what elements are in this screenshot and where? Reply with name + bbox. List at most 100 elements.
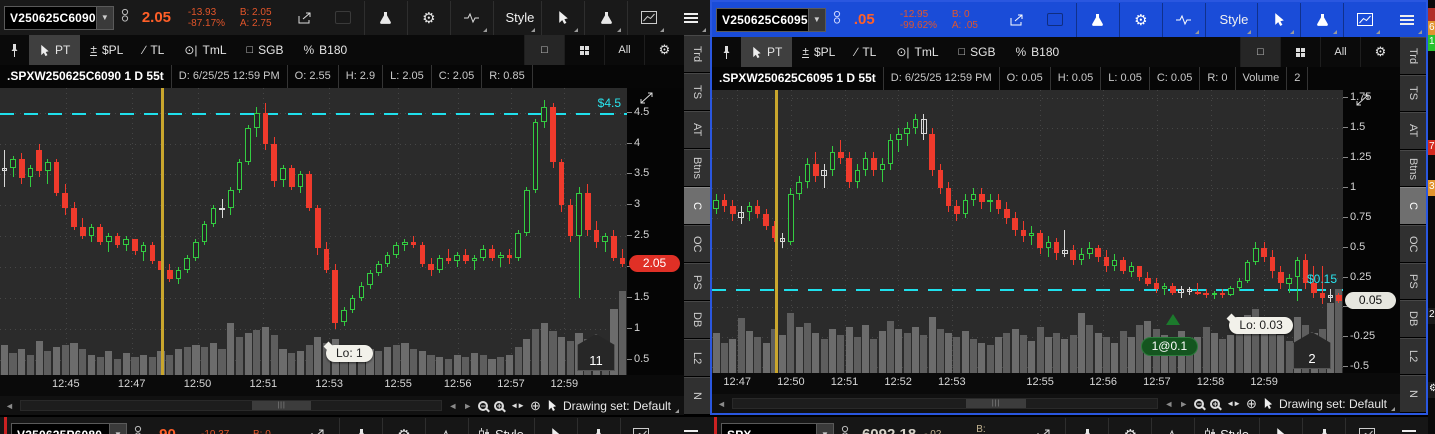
style-button[interactable]: Style [473,418,530,434]
menu-icon[interactable] [1392,418,1426,434]
gear-icon[interactable]: ⚙ [387,418,421,434]
scrollbar-thumb[interactable]: ||| [966,399,1025,408]
scrollbar-thumb[interactable]: ||| [252,401,311,410]
cursor-tool-icon[interactable] [546,1,580,35]
side-tab-btns[interactable]: Btns [1400,150,1426,187]
gear-icon[interactable]: ⚙ [412,1,446,35]
crosshair-icon[interactable]: ⊕ [1246,397,1257,410]
tool-b180-button[interactable]: %B180 [294,35,358,65]
indicators-pulse-icon[interactable] [455,1,489,35]
side-tab-oc[interactable]: OC [684,225,710,262]
side-tab-ts[interactable]: TS [1400,75,1426,112]
expand-horizontal-icon[interactable]: ◄► [510,401,524,410]
share-icon[interactable] [288,1,322,35]
alerts-flask-icon[interactable] [344,418,378,434]
all-windows-button[interactable]: All [1320,37,1360,67]
chart-scrollbar[interactable]: ||| [732,398,1158,409]
chart-drawing-icon[interactable] [1348,3,1382,37]
pointer-mode-icon[interactable] [1263,397,1273,410]
scroll-left-arrow[interactable]: ◄ [5,401,14,411]
tool-tml-button[interactable]: ⊙|TmL [886,37,948,67]
cursor-tool-icon[interactable] [539,418,573,434]
symbol-input[interactable]: V250625C6090 ▼ [4,6,114,30]
side-tab-trd[interactable]: Trd [1400,37,1426,74]
side-tab-n[interactable]: N [1400,375,1426,412]
style-button[interactable]: Style [1210,3,1253,37]
side-tab-n[interactable]: N [684,377,710,414]
scroll-left-arrow[interactable]: ◄ [717,399,726,409]
gear-icon[interactable]: ⚙ [1124,3,1158,37]
share-icon[interactable] [301,418,335,434]
menu-icon[interactable] [674,1,708,35]
tool-pt-button[interactable]: PT [741,37,792,67]
layout-grid-icon[interactable] [564,35,604,65]
chart-drawing-icon[interactable] [632,1,666,35]
study-flask-icon[interactable] [589,1,623,35]
tool-tl-button[interactable]: ∕TL [133,35,174,65]
side-tab-db[interactable]: DB [1400,300,1426,337]
tool-b180-button[interactable]: %B180 [1006,37,1070,67]
settings-gear-icon[interactable]: ⚙ [644,35,684,65]
study-flask-icon[interactable] [582,418,616,434]
cursor-tool-icon[interactable] [1262,3,1296,37]
alerts-flask-icon[interactable] [1081,3,1115,37]
side-tab-l2[interactable]: L2 [684,339,710,376]
side-tab-ps[interactable]: PS [1400,263,1426,300]
pointer-mode-icon[interactable] [547,399,557,412]
share-icon[interactable] [1027,418,1061,434]
time-axis[interactable]: 12:4512:4712:5012:5112:5312:5512:5612:57… [0,375,684,396]
menu-icon[interactable] [674,418,708,434]
step-left-arrow[interactable]: ◄ [1164,399,1173,409]
pin-icon[interactable] [0,35,29,65]
all-windows-button[interactable]: All [604,35,644,65]
pin-icon[interactable] [712,37,741,67]
step-right-arrow[interactable]: ► [463,401,472,411]
chart-drawing-icon[interactable] [625,418,659,434]
alerts-flask-icon[interactable] [369,1,403,35]
zoom-in-icon[interactable]: + [494,401,504,411]
time-axis[interactable]: 12:4712:5012:5112:5212:5312:5512:5612:57… [712,373,1400,394]
zoom-in-icon[interactable]: + [1210,399,1220,409]
indicators-pulse-icon[interactable] [430,418,464,434]
zoom-out-icon[interactable]: − [478,401,488,411]
step-left-arrow[interactable]: ◄ [448,401,457,411]
drawing-set-label[interactable]: Drawing set: Default [563,399,679,413]
tool-spl-button[interactable]: ±$PL [792,37,845,67]
link-chain-icon[interactable] [841,425,849,434]
symbol-dropdown-caret[interactable]: ▼ [109,424,126,434]
style-button[interactable]: Style [1199,418,1255,434]
candlestick-chart[interactable]: $0.15Lo: 0.031@0.12 [712,90,1343,373]
settings-gear-icon[interactable]: ⚙ [1360,37,1400,67]
side-tab-ps[interactable]: PS [684,263,710,300]
gear-icon[interactable]: ⚙ [1113,418,1147,434]
side-tab-l2[interactable]: L2 [1400,338,1426,375]
side-tab-ts[interactable]: TS [684,73,710,110]
side-tab-btns[interactable]: Btns [684,149,710,186]
tool-tml-button[interactable]: ⊙|TmL [174,35,236,65]
side-tab-at[interactable]: AT [1400,112,1426,149]
expand-horizontal-icon[interactable]: ◄► [1226,399,1240,408]
drawing-set-label[interactable]: Drawing set: Default [1279,397,1395,411]
symbol-dropdown-caret[interactable]: ▼ [96,7,113,29]
chart-scrollbar[interactable]: ||| [20,400,442,411]
side-tab-at[interactable]: AT [684,111,710,148]
crosshair-icon[interactable]: ⊕ [530,399,541,412]
symbol-dropdown-caret[interactable]: ▼ [808,9,825,31]
link-chain-icon[interactable] [833,10,841,30]
price-axis[interactable]: 1.751.51.2510.750.50.250-0.25-0.50.05 [1343,90,1400,373]
price-axis[interactable]: 4.543.532.521.510.52.05 [627,88,684,375]
side-tab-c[interactable]: C [684,187,710,224]
tool-spl-button[interactable]: ±$PL [80,35,133,65]
zoom-out-icon[interactable]: − [1194,399,1204,409]
tool-tl-button[interactable]: ∕TL [845,37,886,67]
step-right-arrow[interactable]: ► [1179,399,1188,409]
tool-sgb-button[interactable]: □SGB [949,37,1006,67]
study-flask-icon[interactable] [1307,418,1341,434]
symbol-dropdown-caret[interactable]: ▼ [816,424,833,434]
link-chain-icon[interactable] [121,8,129,28]
minimize-button[interactable]: □ [1240,37,1280,67]
side-tab-oc[interactable]: OC [1400,225,1426,262]
symbol-input[interactable]: V250625P6080 ▼ [11,423,127,434]
candlestick-chart[interactable]: $4.5Lo: 111 [0,88,627,375]
alert-count-badge[interactable]: 11 [577,334,615,371]
